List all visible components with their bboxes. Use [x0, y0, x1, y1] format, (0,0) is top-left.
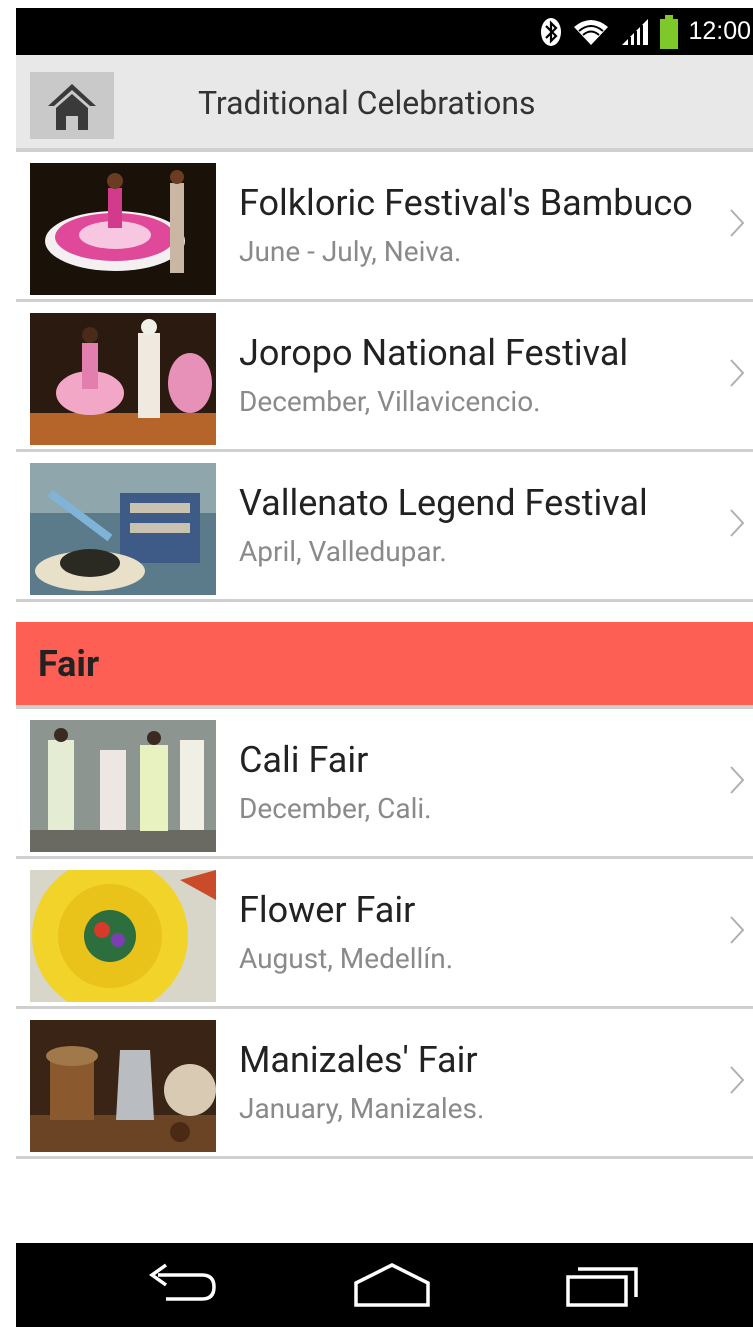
section-gap [16, 602, 753, 622]
chevron-right-icon [730, 509, 745, 537]
home-icon [48, 83, 96, 130]
item-subtitle: December, Villavicencio. [239, 385, 541, 418]
recent-apps-icon [566, 1267, 638, 1307]
signal-icon [620, 17, 650, 47]
vallenato-thumbnail [30, 463, 216, 595]
back-button[interactable] [144, 1261, 218, 1313]
chevron-right-icon [730, 916, 745, 944]
chevron-right-icon [730, 766, 745, 794]
item-title: Cali Fair [239, 739, 369, 781]
item-subtitle: August, Medellín. [239, 942, 454, 975]
recent-apps-button[interactable] [564, 1261, 642, 1313]
frame-margin [0, 0, 16, 1327]
home-outline-icon [354, 1263, 430, 1307]
status-bar: 12:00 [16, 8, 753, 55]
chevron-right-icon [730, 209, 745, 237]
flower-fair-thumbnail [30, 870, 216, 1002]
list-item-cali-fair[interactable]: Cali Fair December, Cali. [16, 709, 753, 859]
home-button[interactable] [30, 72, 114, 139]
item-subtitle: April, Valledupar. [239, 535, 447, 568]
page-title: Traditional Celebrations [198, 84, 536, 122]
item-title: Manizales' Fair [239, 1039, 478, 1081]
list-item-manizales-fair[interactable]: Manizales' Fair January, Manizales. [16, 1009, 753, 1159]
list-item-flower-fair[interactable]: Flower Fair August, Medellín. [16, 859, 753, 1009]
item-title: Folkloric Festival's Bambuco [239, 182, 693, 224]
item-title: Joropo National Festival [239, 332, 629, 374]
item-title: Vallenato Legend Festival [239, 482, 648, 524]
battery-icon [660, 14, 679, 49]
navigation-bar [16, 1243, 753, 1327]
list-item-vallenato[interactable]: Vallenato Legend Festival April, Valledu… [16, 452, 753, 602]
list-item-bambuco[interactable]: Folkloric Festival's Bambuco June - July… [16, 152, 753, 302]
chevron-right-icon [730, 1066, 745, 1094]
section-header-fair: Fair [16, 622, 753, 709]
item-subtitle: January, Manizales. [239, 1092, 485, 1125]
celebrations-list: Folkloric Festival's Bambuco June - July… [16, 152, 753, 1159]
joropo-thumbnail [30, 313, 216, 445]
cali-fair-thumbnail [30, 720, 216, 852]
bluetooth-icon [540, 17, 562, 47]
action-bar: Traditional Celebrations [16, 55, 753, 152]
manizales-fair-thumbnail [30, 1020, 216, 1152]
list-item-joropo[interactable]: Joropo National Festival December, Villa… [16, 302, 753, 452]
back-icon [148, 1263, 216, 1301]
item-subtitle: December, Cali. [239, 792, 432, 825]
wifi-icon [572, 17, 610, 47]
bambuco-thumbnail [30, 163, 216, 295]
item-title: Flower Fair [239, 889, 416, 931]
status-time: 12:00 [688, 17, 751, 45]
chevron-right-icon [730, 359, 745, 387]
status-icons: 12:00 [540, 8, 753, 55]
home-nav-button[interactable] [352, 1261, 432, 1313]
item-subtitle: June - July, Neiva. [239, 235, 462, 268]
